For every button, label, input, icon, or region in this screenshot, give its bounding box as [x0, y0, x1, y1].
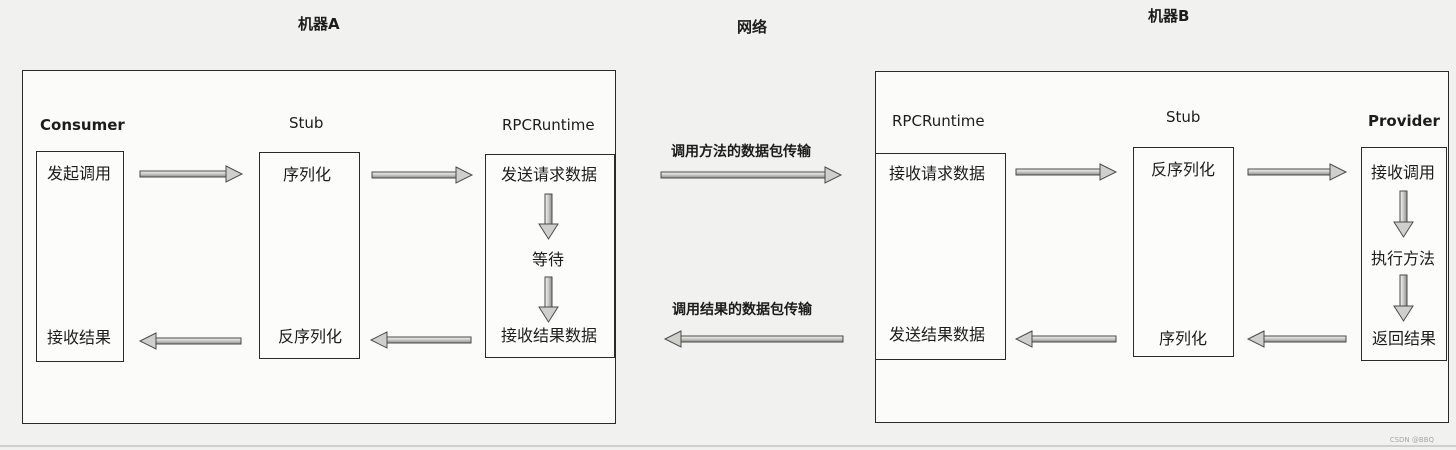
arrow-provider-to-stub-b — [1246, 330, 1347, 348]
bottom-scan-line — [0, 445, 1456, 447]
arrow-stub-to-runtime — [371, 166, 474, 184]
arrow-execute-to-return — [1393, 274, 1414, 322]
watermark: CSDN @BBQ — [1389, 436, 1434, 444]
arrow-runtime-b-to-stub-b — [1015, 163, 1118, 181]
arrow-send-to-wait — [538, 193, 559, 240]
arrow-network-request — [660, 166, 843, 184]
arrow-stub-to-consumer — [138, 332, 242, 350]
flow-arrows — [138, 163, 1414, 350]
arrow-network-response — [663, 330, 844, 348]
arrow-stub-b-to-provider — [1247, 163, 1348, 181]
arrow-consumer-to-stub — [139, 165, 244, 183]
arrow-runtime-to-stub — [369, 331, 472, 349]
arrow-receive-call-to-execute — [1393, 190, 1414, 238]
arrow-stub-b-to-runtime-b — [1014, 330, 1117, 348]
arrow-wait-to-receive — [538, 276, 559, 323]
